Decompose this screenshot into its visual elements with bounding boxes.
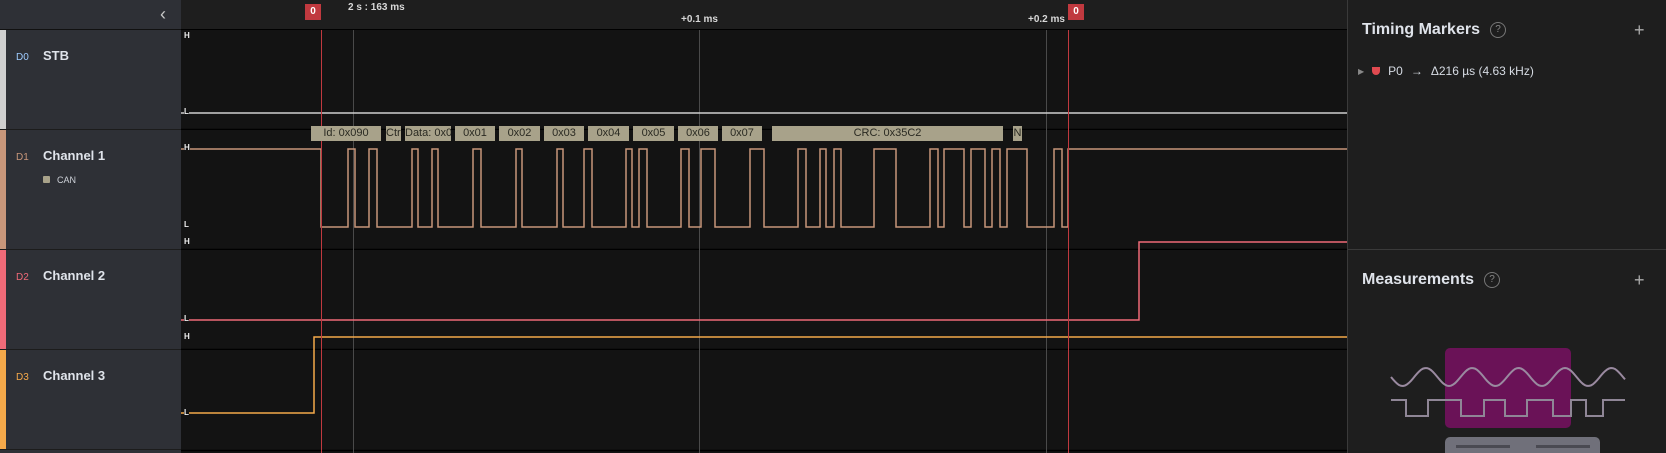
card-line	[1456, 445, 1510, 448]
channel-name[interactable]: Channel 1	[43, 148, 105, 163]
analyzer-label: CAN	[57, 175, 77, 185]
channel-id: D1	[16, 152, 29, 163]
measurements-title: Measurements?	[1362, 271, 1501, 289]
timing-marker-flag[interactable]: 0	[305, 4, 321, 20]
channel-lane	[181, 30, 1347, 129]
channel-row-d1[interactable]: D1 Channel 1 CAN	[0, 130, 181, 250]
channel-name[interactable]: STB	[43, 48, 69, 63]
tick-label: +0.1 ms	[681, 14, 718, 25]
arrow-right-icon: →	[1410, 64, 1423, 78]
right-panel: Timing Markers? + ▶ P0 → Δ216 µs (4.63 k…	[1347, 0, 1666, 453]
channel-color-stripe	[0, 30, 6, 129]
timing-marker-flag[interactable]: 0	[1068, 4, 1084, 20]
tick-label: +0.2 ms	[1028, 14, 1065, 25]
channel-color-stripe	[0, 350, 6, 449]
panel-title: Timing Markers	[1362, 21, 1480, 38]
channel-id: D3	[16, 372, 29, 383]
marker-pin-icon	[1372, 67, 1381, 75]
add-marker-button[interactable]: +	[1634, 20, 1645, 41]
help-icon[interactable]: ?	[1484, 271, 1501, 288]
channel-id: D2	[16, 272, 29, 283]
channel-color-stripe	[0, 130, 6, 249]
expand-triangle-icon[interactable]: ▶	[1358, 67, 1364, 76]
channel-id: D0	[16, 52, 29, 63]
measurements-illustration	[1390, 348, 1626, 453]
cursor-time: 2 s : 163 ms	[348, 2, 405, 13]
timing-markers-title: Timing Markers?	[1362, 21, 1506, 39]
chevron-left-icon[interactable]: ‹	[160, 4, 166, 25]
analyzer-can[interactable]: CAN	[43, 175, 76, 185]
channel-lane	[181, 250, 1347, 349]
help-icon[interactable]: ?	[1489, 21, 1506, 38]
sidebar-header: ‹	[0, 0, 181, 30]
analyzer-color-icon	[43, 176, 50, 183]
waveform-view[interactable]	[181, 30, 1347, 453]
panel-title: Measurements	[1362, 271, 1475, 288]
divider	[1348, 249, 1666, 250]
channel-name[interactable]: Channel 2	[43, 268, 105, 283]
add-measurement-button[interactable]: +	[1634, 270, 1645, 291]
marker-delta: Δ216 µs (4.63 kHz)	[1430, 64, 1534, 78]
marker-name: P0	[1388, 64, 1403, 78]
timing-marker-item[interactable]: ▶ P0 → Δ216 µs (4.63 kHz)	[1358, 64, 1534, 78]
time-ruler[interactable]: 2 s : 163 ms +0.1 ms +0.2 ms 0 0	[181, 0, 1347, 30]
channel-row-d2[interactable]: D2 Channel 2	[0, 250, 181, 350]
channel-color-stripe	[0, 250, 6, 349]
channel-row-d3[interactable]: D3 Channel 3	[0, 350, 181, 450]
channel-lane	[181, 350, 1347, 450]
channel-row-d0[interactable]: D0 STB	[0, 30, 181, 130]
card-line	[1536, 445, 1590, 448]
channel-name[interactable]: Channel 3	[43, 368, 105, 383]
